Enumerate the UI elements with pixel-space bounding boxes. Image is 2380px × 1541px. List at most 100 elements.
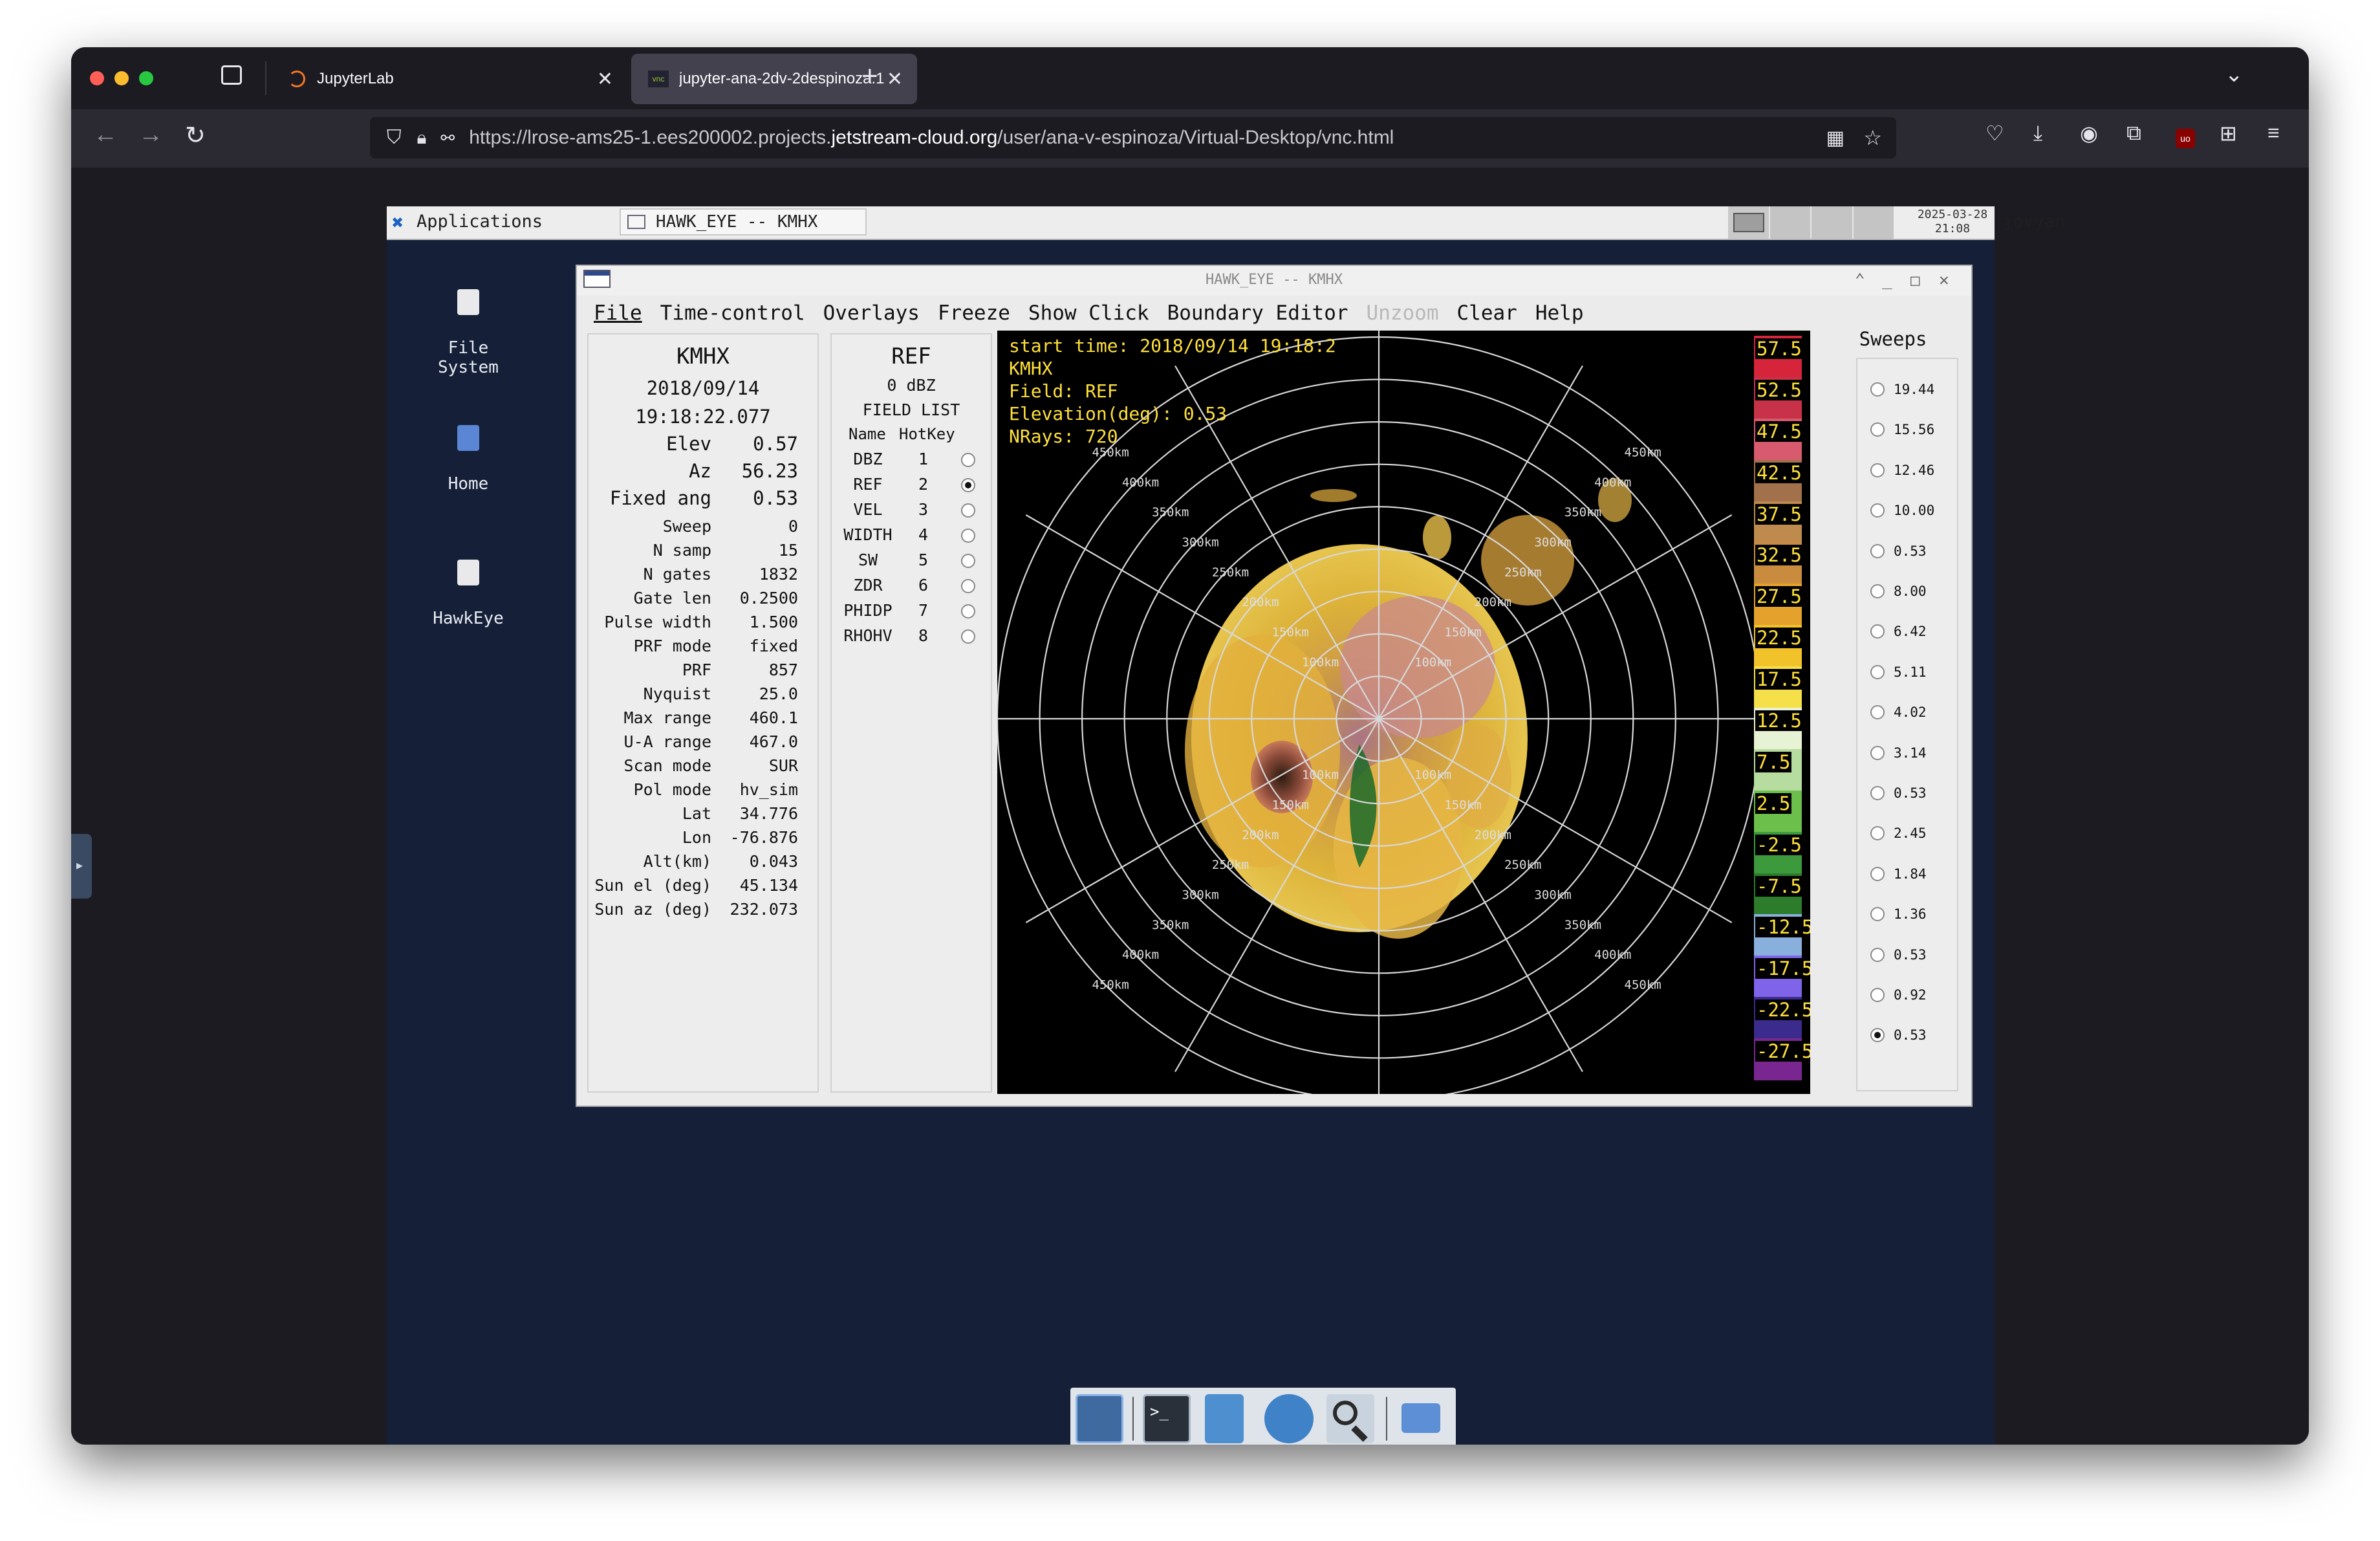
sweep-radio[interactable] xyxy=(1870,664,1885,679)
workspace-2[interactable] xyxy=(1768,206,1810,239)
file-manager-icon[interactable] xyxy=(1205,1394,1244,1443)
bookmark-star-icon[interactable]: ☆ xyxy=(1863,126,1882,150)
user-menu[interactable]: jovyan xyxy=(2002,212,2066,232)
close-tab-icon[interactable]: ✕ xyxy=(887,68,903,91)
sweep-radio[interactable] xyxy=(1870,907,1885,922)
desktop-icon-hawkeye[interactable]: HawkEye xyxy=(416,560,520,628)
window-menu-icon[interactable] xyxy=(583,270,611,288)
web-browser-icon[interactable] xyxy=(1264,1394,1314,1443)
status-label: Alt(km) xyxy=(643,852,711,871)
field-radio-width[interactable] xyxy=(961,529,975,543)
ring-label: 350km xyxy=(1564,918,1601,932)
minimize-icon[interactable]: _ xyxy=(1882,266,1892,294)
field-radio-ref[interactable] xyxy=(961,478,975,492)
ring-label: 100km xyxy=(1414,768,1451,782)
sweep-radio[interactable] xyxy=(1870,463,1885,477)
sweep-radio[interactable] xyxy=(1870,988,1885,1002)
menu-help[interactable]: Help xyxy=(1535,301,1584,325)
menu-clear[interactable]: Clear xyxy=(1457,301,1517,325)
workspace-switcher[interactable] xyxy=(1728,206,1894,239)
pocket-icon[interactable]: ♡ xyxy=(1985,121,2004,146)
ppi-display[interactable]: 100km 150km 200km 250km 300km 350km 400km 450km… xyxy=(997,331,1810,1094)
shade-icon[interactable]: ⌃ xyxy=(1855,266,1865,294)
sweep-radio[interactable] xyxy=(1870,1028,1885,1043)
url-bar[interactable]: ⛉ 🔒︎ ⚯ https://lrose-ams25-1.ees200002.p… xyxy=(370,117,1896,158)
ring-label: 300km xyxy=(1534,536,1571,550)
status-value: 460.1 xyxy=(749,708,798,727)
sweep-radio[interactable] xyxy=(1870,947,1885,962)
sweep-radio[interactable] xyxy=(1870,624,1885,639)
workspace-3[interactable] xyxy=(1810,206,1852,239)
sweep-radio[interactable] xyxy=(1870,786,1885,800)
account-icon[interactable]: ◉ xyxy=(2080,121,2098,146)
workspace-4[interactable] xyxy=(1852,206,1894,239)
clock[interactable]: 2025-03-28 21:08 xyxy=(1910,208,1995,236)
applications-menu[interactable]: Applications xyxy=(416,212,543,232)
field-radio-rhohv[interactable] xyxy=(961,629,975,644)
storm-ne-cell xyxy=(1481,515,1574,606)
reload-icon[interactable]: ↻ xyxy=(185,121,206,150)
sweep-radio[interactable] xyxy=(1870,382,1885,397)
overlay-line: start time: 2018/09/14 19:18:2 xyxy=(1009,335,1336,356)
lock-icon[interactable]: 🔒︎ xyxy=(417,127,427,149)
menu-icon[interactable]: ≡ xyxy=(2267,121,2280,145)
menu-show-click[interactable]: Show Click xyxy=(1028,301,1149,325)
sweep-radio[interactable] xyxy=(1870,422,1885,437)
sweep-radio[interactable] xyxy=(1870,745,1885,760)
color-scale-label: 57.5 xyxy=(1755,338,1803,360)
window-titlebar[interactable]: HAWK_EYE -- KMHX ⌃ _ □ ✕ xyxy=(577,266,1971,296)
taskbar-button-hawkeye[interactable]: HAWK_EYE -- KMHX xyxy=(620,208,867,235)
vnc-desktop[interactable]: ✖ Applications HAWK_EYE -- KMHX 2025-03-… xyxy=(387,206,2066,1445)
zoom-window-button[interactable] xyxy=(139,71,153,85)
url-text[interactable]: https://lrose-ams25-1.ees200002.projects… xyxy=(469,127,1394,149)
field-radio-dbz[interactable] xyxy=(961,453,975,467)
vnc-sidebar-handle[interactable]: ▸ xyxy=(71,834,92,899)
close-tab-icon[interactable]: ✕ xyxy=(597,68,613,91)
ublock-icon[interactable]: uo xyxy=(2176,129,2195,148)
ring-label: 400km xyxy=(1594,475,1631,490)
sweep-radio[interactable] xyxy=(1870,826,1885,841)
forward-icon[interactable]: → xyxy=(138,121,163,149)
sweep-radio[interactable] xyxy=(1870,584,1885,598)
xfce-logo-icon[interactable]: ✖ xyxy=(392,212,404,234)
menu-time-control[interactable]: Time-control xyxy=(660,301,805,325)
tab-tray-icon[interactable] xyxy=(221,65,242,85)
maximize-icon[interactable]: □ xyxy=(1910,266,1920,294)
field-radio-sw[interactable] xyxy=(961,554,975,568)
sweep-radio[interactable] xyxy=(1870,503,1885,518)
permissions-icon[interactable]: ⚯ xyxy=(440,128,455,148)
sweep-radio[interactable] xyxy=(1870,705,1885,720)
field-radio-vel[interactable] xyxy=(961,503,975,518)
close-icon[interactable]: ✕ xyxy=(1939,266,1949,294)
minimize-window-button[interactable] xyxy=(114,71,129,85)
extensions-icon[interactable]: ⧉ xyxy=(2126,121,2141,146)
close-window-button[interactable] xyxy=(90,71,104,85)
tab-jupyterlab[interactable]: JupyterLab ✕ xyxy=(272,54,627,104)
shield-icon[interactable]: ⛉ xyxy=(387,127,402,149)
show-desktop-icon[interactable] xyxy=(1076,1394,1123,1443)
new-tab-icon[interactable]: + xyxy=(861,60,878,93)
apps-icon[interactable]: ⊞ xyxy=(2220,121,2237,146)
folder-icon[interactable] xyxy=(1401,1403,1440,1433)
sweep-radio[interactable] xyxy=(1870,866,1885,881)
downloads-icon[interactable]: ⤓ xyxy=(2033,121,2042,146)
search-icon[interactable] xyxy=(1326,1394,1374,1443)
qr-code-icon[interactable]: ▦ xyxy=(1826,127,1844,149)
terminal-icon[interactable]: >_ xyxy=(1143,1394,1191,1443)
field-radio-phidp[interactable] xyxy=(961,604,975,618)
desktop-icon-home[interactable]: Home xyxy=(416,425,520,494)
workspace-1[interactable] xyxy=(1728,206,1769,239)
field-name-sw: SW xyxy=(858,551,878,569)
hawkeye-window[interactable]: HAWK_EYE -- KMHX ⌃ _ □ ✕ File Time-contr… xyxy=(576,265,1973,1107)
menu-file[interactable]: File xyxy=(594,301,642,325)
storm-n-cell-2 xyxy=(1423,516,1451,560)
back-icon[interactable]: ← xyxy=(93,121,118,149)
menu-overlays[interactable]: Overlays xyxy=(823,301,920,325)
desktop-icon-file-system[interactable]: File System xyxy=(416,289,520,377)
list-all-tabs-icon[interactable]: ⌄ xyxy=(2225,61,2244,87)
field-radio-zdr[interactable] xyxy=(961,579,975,593)
menu-freeze[interactable]: Freeze xyxy=(938,301,1010,325)
sweep-radio[interactable] xyxy=(1870,543,1885,558)
menu-boundary-editor[interactable]: Boundary Editor xyxy=(1167,301,1348,325)
sweeps-title: Sweeps xyxy=(1859,328,1927,350)
